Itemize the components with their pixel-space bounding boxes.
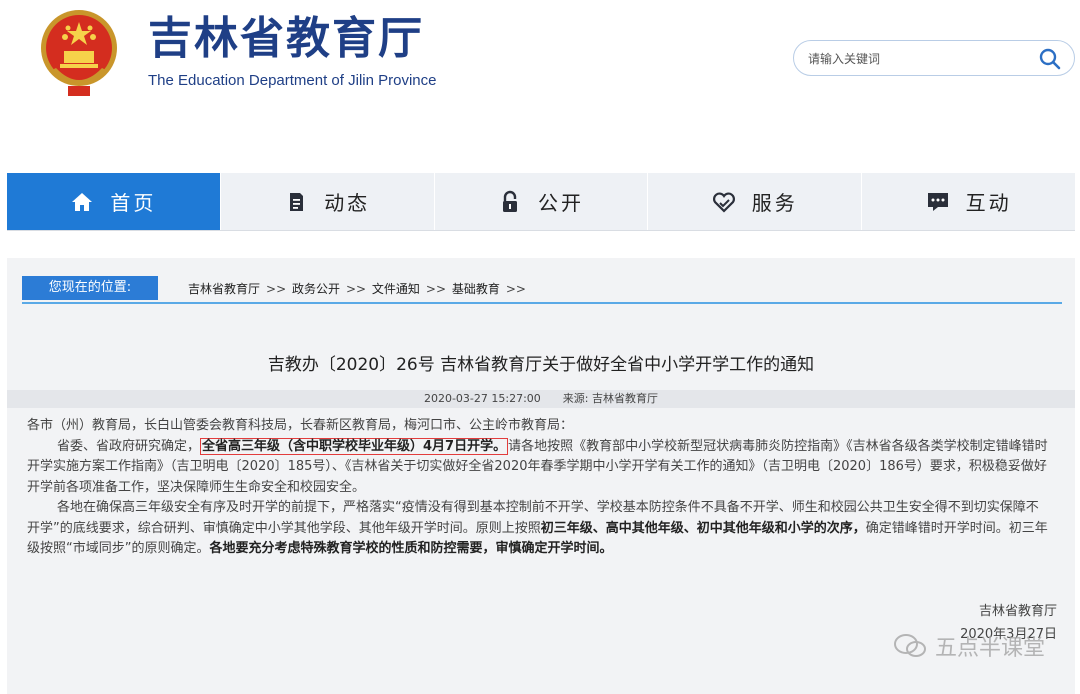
nav-item-home[interactable]: 首页: [7, 173, 221, 230]
text-run: 省委、省政府研究确定，: [57, 438, 201, 454]
chat-icon: [927, 192, 948, 211]
sign-org: 吉林省教育厅: [978, 604, 1057, 619]
national-emblem-icon: [41, 10, 117, 96]
breadcrumb-link[interactable]: 基础教育: [452, 282, 500, 296]
breadcrumb-link[interactable]: 政务公开: [292, 282, 340, 296]
breadcrumb-separator: >>: [505, 282, 526, 296]
site-subtitle: The Education Department of Jilin Provin…: [148, 72, 437, 89]
breadcrumb-label: 您现在的位置:: [22, 276, 158, 300]
breadcrumb-link[interactable]: 吉林省教育厅: [188, 282, 260, 296]
breadcrumb-separator: >>: [425, 282, 447, 296]
search-input[interactable]: [806, 48, 1030, 70]
article-body: 各市（州）教育局，长白山管委会教育科技局，长春新区教育局，梅河口市、公主岭市教育…: [27, 416, 1051, 560]
breadcrumb-trail: 吉林省教育厅 >> 政务公开 >> 文件通知 >> 基础教育 >>: [188, 280, 528, 297]
watermark-text: 五点半课堂: [934, 636, 1045, 661]
site-title: 吉林省教育厅: [148, 13, 424, 64]
nav-label: 动态: [324, 191, 371, 215]
salutation: 各市（州）教育局，长白山管委会教育科技局，长春新区教育局，梅河口市、公主岭市教育…: [27, 418, 574, 433]
breadcrumb-separator: >>: [345, 282, 367, 296]
article-meta: 2020-03-27 15:27:00 来源: 吉林省教育厅: [7, 390, 1075, 408]
breadcrumb: 您现在的位置: 吉林省教育厅 >> 政务公开 >> 文件通知 >> 基础教育 >>: [22, 274, 1062, 304]
nav-item-news[interactable]: 动态: [221, 173, 435, 230]
breadcrumb-separator: >>: [266, 282, 287, 296]
source-label: 来源:: [562, 392, 589, 405]
bold-text: 初三年级、高中其他年级、初中其他年级和小学的次序，: [540, 520, 866, 536]
nav-label: 服务: [751, 191, 798, 215]
nav-label: 公开: [537, 191, 584, 215]
bold-text: 各地要充分考虑特殊教育学校的性质和防控需要，审慎确定开学时间。: [209, 541, 613, 556]
article: 吉教办〔2020〕26号 吉林省教育厅关于做好全省中小学开学工作的通知 2020…: [7, 346, 1075, 408]
highlighted-text: 全省高三年级（含中职学校毕业年级）4月7日开学。: [200, 437, 509, 455]
nav-label: 首页: [110, 191, 157, 215]
search-box: [793, 40, 1075, 76]
wechat-icon: [893, 634, 926, 657]
article-date: 2020-03-27 15:27:00: [423, 392, 541, 405]
heart-hand-icon: [712, 192, 735, 213]
nav-item-service[interactable]: 服务: [648, 173, 863, 230]
lock-icon: [502, 190, 517, 212]
main-nav: 首页 动态 公开 服务 互动: [7, 173, 1075, 231]
article-title: 吉教办〔2020〕26号 吉林省教育厅关于做好全省中小学开学工作的通知: [267, 355, 815, 375]
paragraph: 省委、省政府研究确定， 全省高三年级（含中职学校毕业年级）4月7日开学。 请各地按照…: [27, 437, 1051, 499]
paragraph: 各地在确保高三年级安全有序及时开学的前提下，严格落实“疫情没有得到基本控制前不开…: [27, 498, 1051, 560]
breadcrumb-link[interactable]: 文件通知: [372, 282, 420, 296]
home-icon: [72, 192, 93, 211]
nav-item-public[interactable]: 公开: [435, 173, 649, 230]
content-panel: 您现在的位置: 吉林省教育厅 >> 政务公开 >> 文件通知 >> 基础教育 >> 吉教…: [7, 258, 1075, 694]
document-icon: [290, 192, 304, 211]
search-icon[interactable]: [1038, 47, 1062, 71]
article-source: 吉林省教育厅: [592, 392, 659, 405]
watermark: 五点半课堂: [893, 630, 1045, 662]
nav-item-interact[interactable]: 互动: [862, 173, 1075, 230]
nav-label: 互动: [965, 191, 1012, 215]
